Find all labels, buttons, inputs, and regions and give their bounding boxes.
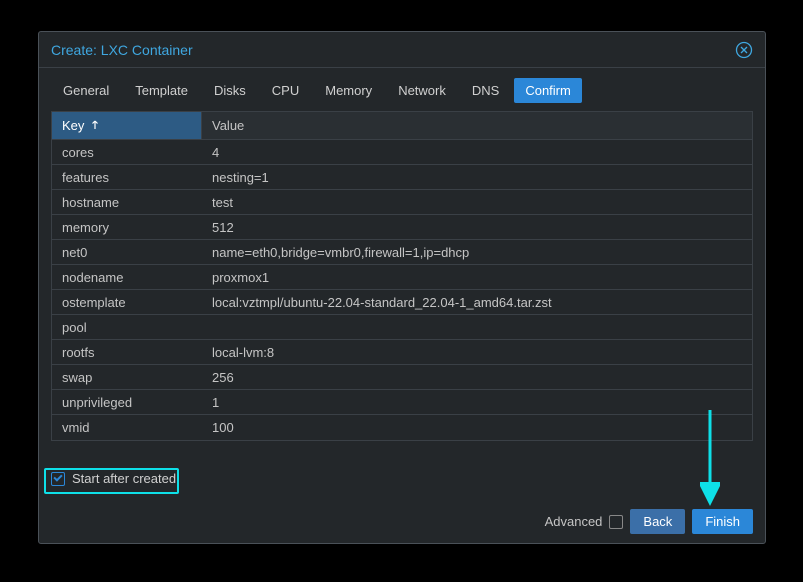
- cell-key: pool: [52, 320, 202, 335]
- cell-key: nodename: [52, 270, 202, 285]
- cell-key: memory: [52, 220, 202, 235]
- cell-value: 512: [202, 220, 752, 235]
- cell-key: swap: [52, 370, 202, 385]
- cell-key: features: [52, 170, 202, 185]
- table-row: cores4: [52, 140, 752, 165]
- cell-key: vmid: [52, 420, 202, 435]
- tab-general[interactable]: General: [52, 78, 120, 103]
- key-column-header[interactable]: Key: [52, 112, 202, 139]
- footer: Advanced Back Finish: [545, 509, 753, 534]
- back-button[interactable]: Back: [630, 509, 685, 534]
- key-header-label: Key: [62, 118, 84, 133]
- cell-value: nesting=1: [202, 170, 752, 185]
- cell-value: 4: [202, 145, 752, 160]
- table-row: net0name=eth0,bridge=vmbr0,firewall=1,ip…: [52, 240, 752, 265]
- advanced-checkbox[interactable]: [609, 515, 623, 529]
- table-row: pool: [52, 315, 752, 340]
- table-header: Key Value: [52, 112, 752, 140]
- cell-key: ostemplate: [52, 295, 202, 310]
- cell-key: hostname: [52, 195, 202, 210]
- start-after-created-checkbox[interactable]: Start after created: [51, 471, 176, 486]
- tab-dns[interactable]: DNS: [461, 78, 510, 103]
- table-row: rootfslocal-lvm:8: [52, 340, 752, 365]
- cell-key: cores: [52, 145, 202, 160]
- cell-value: local:vztmpl/ubuntu-22.04-standard_22.04…: [202, 295, 752, 310]
- cell-key: unprivileged: [52, 395, 202, 410]
- title-bar: Create: LXC Container: [39, 32, 765, 68]
- cell-value: test: [202, 195, 752, 210]
- finish-button[interactable]: Finish: [692, 509, 753, 534]
- tabs: General Template Disks CPU Memory Networ…: [39, 68, 765, 111]
- table-body: cores4 featuresnesting=1 hostnametest me…: [52, 140, 752, 440]
- tab-memory[interactable]: Memory: [314, 78, 383, 103]
- tab-confirm[interactable]: Confirm: [514, 78, 582, 103]
- cell-value: proxmox1: [202, 270, 752, 285]
- table-row: swap256: [52, 365, 752, 390]
- cell-key: rootfs: [52, 345, 202, 360]
- tab-network[interactable]: Network: [387, 78, 457, 103]
- table-row: ostemplatelocal:vztmpl/ubuntu-22.04-stan…: [52, 290, 752, 315]
- table-row: unprivileged1: [52, 390, 752, 415]
- cell-value: local-lvm:8: [202, 345, 752, 360]
- cell-value: 256: [202, 370, 752, 385]
- cell-value: 1: [202, 395, 752, 410]
- dialog-title: Create: LXC Container: [51, 42, 193, 58]
- table-row: nodenameproxmox1: [52, 265, 752, 290]
- create-lxc-dialog: Create: LXC Container General Template D…: [38, 31, 766, 544]
- advanced-label: Advanced: [545, 514, 603, 529]
- cell-value: name=eth0,bridge=vmbr0,firewall=1,ip=dhc…: [202, 245, 752, 260]
- close-icon[interactable]: [735, 41, 753, 59]
- cell-key: net0: [52, 245, 202, 260]
- start-after-label: Start after created: [72, 471, 176, 486]
- table-row: featuresnesting=1: [52, 165, 752, 190]
- tab-disks[interactable]: Disks: [203, 78, 257, 103]
- table-row: vmid100: [52, 415, 752, 440]
- value-column-header[interactable]: Value: [202, 112, 752, 139]
- tab-cpu[interactable]: CPU: [261, 78, 310, 103]
- table-row: memory512: [52, 215, 752, 240]
- checkbox-checked-icon: [51, 472, 65, 486]
- sort-ascending-icon: [90, 118, 100, 133]
- cell-value: 100: [202, 420, 752, 435]
- summary-table: Key Value cores4 featuresnesting=1 hostn…: [51, 111, 753, 441]
- tab-template[interactable]: Template: [124, 78, 199, 103]
- table-row: hostnametest: [52, 190, 752, 215]
